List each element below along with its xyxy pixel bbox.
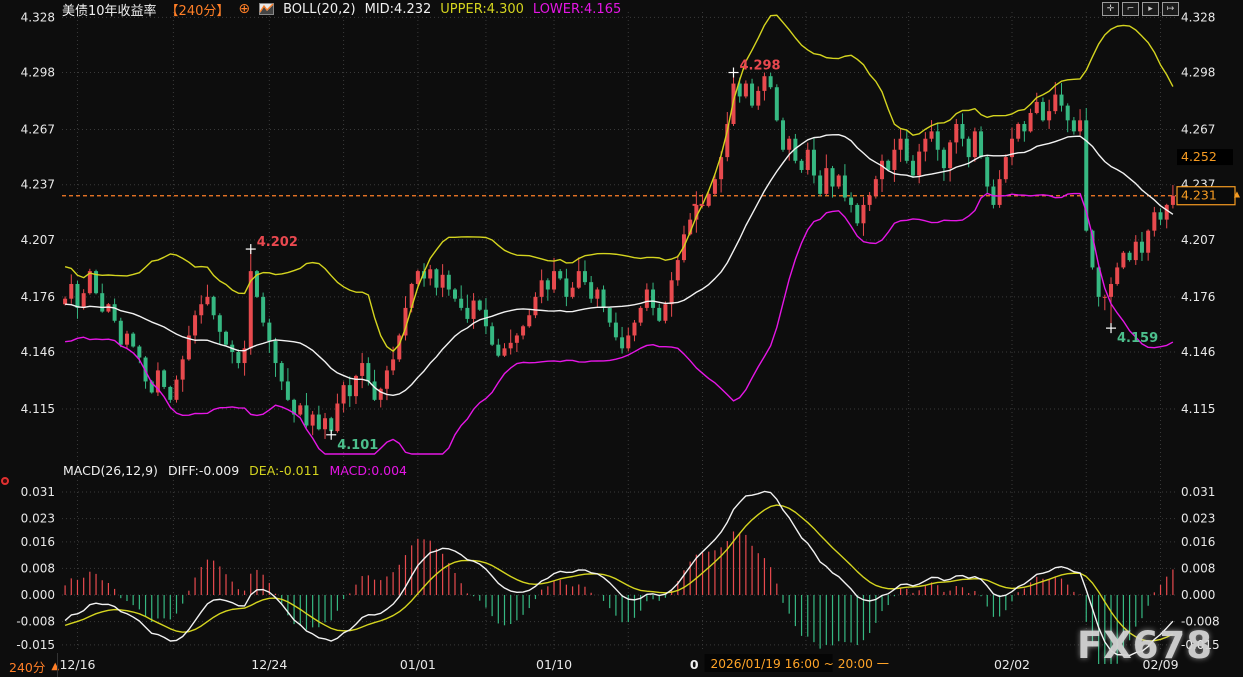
svg-text:01/10: 01/10 — [536, 657, 572, 672]
pane-layout-icon-2[interactable]: ▸ — [1142, 2, 1159, 16]
svg-text:4.146: 4.146 — [1181, 345, 1215, 359]
pane-layout-icon-1[interactable]: ⌐ — [1122, 2, 1139, 16]
svg-text:0.000: 0.000 — [21, 588, 55, 602]
svg-text:4.176: 4.176 — [21, 290, 55, 304]
svg-text:4.159: 4.159 — [1117, 331, 1158, 346]
svg-text:4.101: 4.101 — [337, 438, 378, 453]
svg-text:4.146: 4.146 — [21, 345, 55, 359]
footer-divider — [57, 653, 58, 677]
timeframe-badge[interactable]: 【240分】 — [166, 0, 230, 19]
boll-label[interactable]: BOLL(20,2) — [283, 2, 356, 17]
boll-mid-value: MID:4.232 — [365, 2, 432, 17]
svg-text:0.023: 0.023 — [1181, 512, 1215, 526]
svg-text:0.031: 0.031 — [21, 485, 55, 499]
svg-text:4.231: 4.231 — [1181, 188, 1217, 203]
svg-text:0.016: 0.016 — [21, 535, 55, 549]
svg-text:0.008: 0.008 — [21, 561, 55, 575]
macd-header: MACD(26,12,9) DIFF:-0.009 DEA:-0.011 MAC… — [63, 463, 407, 478]
svg-text:0.000: 0.000 — [1181, 588, 1215, 602]
macd-label[interactable]: MACD(26,12,9) — [63, 463, 158, 478]
svg-text:4.298: 4.298 — [1181, 66, 1215, 80]
svg-text:0.008: 0.008 — [1181, 561, 1215, 575]
svg-text:0.016: 0.016 — [1181, 535, 1215, 549]
svg-text:12/16: 12/16 — [59, 657, 95, 672]
chart-window: 4.3284.3284.2984.2984.2674.2674.2374.237… — [0, 0, 1243, 677]
svg-text:4.207: 4.207 — [1181, 233, 1215, 247]
svg-text:02/02: 02/02 — [994, 657, 1030, 672]
svg-text:4.202: 4.202 — [257, 235, 298, 250]
svg-text:4.207: 4.207 — [21, 233, 55, 247]
svg-text:4.298: 4.298 — [21, 66, 55, 80]
svg-text:4.252: 4.252 — [1181, 149, 1217, 164]
svg-text:4.328: 4.328 — [1181, 10, 1215, 24]
svg-text:-0.008: -0.008 — [16, 615, 55, 629]
svg-text:4.267: 4.267 — [1181, 123, 1215, 137]
boll-lower-value: LOWER:4.165 — [533, 2, 621, 17]
chart-type-icon[interactable] — [259, 3, 274, 15]
svg-text:0: 0 — [690, 657, 699, 672]
svg-text:0.023: 0.023 — [21, 512, 55, 526]
chart-canvas[interactable]: 4.3284.3284.2984.2984.2674.2674.2374.237… — [0, 0, 1243, 677]
svg-text:01/01: 01/01 — [400, 657, 436, 672]
svg-text:-0.015: -0.015 — [16, 638, 55, 652]
alert-dot-icon[interactable] — [1, 477, 9, 485]
svg-text:0.031: 0.031 — [1181, 485, 1215, 499]
timeframe-footer[interactable]: 240分 ▲ — [9, 657, 59, 676]
svg-text:4.115: 4.115 — [21, 402, 55, 416]
svg-text:4.267: 4.267 — [21, 123, 55, 137]
watermark: FX678 — [1077, 624, 1213, 667]
svg-text:12/24: 12/24 — [251, 657, 287, 672]
svg-text:4.328: 4.328 — [21, 10, 55, 24]
svg-text:▲: ▲ — [1234, 190, 1241, 199]
macd-dea-value: DEA:-0.011 — [249, 463, 319, 478]
svg-text:4.298: 4.298 — [739, 59, 780, 74]
svg-text:4.176: 4.176 — [1181, 290, 1215, 304]
pane-layout-icon-3[interactable]: ↦ — [1162, 2, 1179, 16]
svg-text:2026/01/19 16:00 ~ 20:00 一: 2026/01/19 16:00 ~ 20:00 一 — [711, 657, 889, 671]
svg-text:4.237: 4.237 — [21, 178, 55, 192]
add-indicator-icon[interactable]: ⊕ — [238, 1, 250, 17]
chart-toolbar: ✛ ⌐ ▸ ↦ — [1102, 2, 1179, 16]
macd-diff-value: DIFF:-0.009 — [168, 463, 239, 478]
instrument-title: 美债10年收益率 — [62, 0, 157, 19]
svg-text:4.115: 4.115 — [1181, 402, 1215, 416]
chart-header: 美债10年收益率 【240分】 ⊕ BOLL(20,2) MID:4.232 U… — [62, 1, 621, 17]
timeframe-footer-label: 240分 — [9, 657, 45, 676]
macd-macd-value: MACD:0.004 — [330, 463, 407, 478]
pan-tool-icon[interactable]: ✛ — [1102, 2, 1119, 16]
boll-upper-value: UPPER:4.300 — [440, 2, 524, 17]
